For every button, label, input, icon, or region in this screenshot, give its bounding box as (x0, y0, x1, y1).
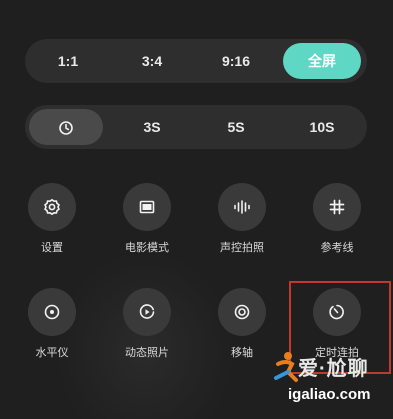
timer-off-icon (59, 121, 73, 136)
timer-3s-option[interactable]: 3S (117, 109, 187, 145)
live-photo-label: 动态照片 (125, 347, 169, 359)
timer-5s-option[interactable]: 5S (201, 109, 271, 145)
voice-shutter-label: 声控拍照 (220, 242, 264, 254)
ratio-fullscreen-option[interactable]: 全屏 (283, 43, 361, 79)
grid-lines-icon (329, 199, 345, 215)
watermark-text: 爱·尬聊 (298, 358, 369, 380)
grid-lines-label: 参考线 (320, 242, 354, 254)
ratio-9-16-option[interactable]: 9:16 (201, 43, 271, 79)
runner-logo-icon (274, 352, 298, 382)
level-label: 水平仪 (35, 347, 69, 359)
settings-icon (44, 199, 60, 215)
tilt-shift-icon (234, 304, 250, 320)
voice-shutter-icon (234, 200, 250, 214)
movie-mode-label: 电影模式 (125, 242, 169, 254)
movie-mode-icon (139, 200, 155, 214)
watermark-url: igaliao.com (288, 386, 371, 403)
watermark: 爱·尬聊 igaliao.com (268, 350, 393, 419)
voice-shutter-button[interactable]: 声控拍照 (202, 183, 282, 255)
settings-button[interactable]: 设置 (12, 183, 92, 255)
grid-lines-button[interactable]: 参考线 (297, 183, 377, 255)
timer-off-option[interactable] (29, 109, 103, 145)
level-button[interactable]: 水平仪 (12, 288, 92, 360)
live-photo-icon (139, 304, 155, 319)
timer-selector: 3S 5S 10S (25, 105, 367, 149)
timer-10s-option[interactable]: 10S (287, 109, 357, 145)
aspect-ratio-selector: 1:1 3:4 9:16 全屏 (25, 39, 367, 83)
settings-label: 设置 (41, 242, 63, 254)
level-icon (44, 304, 60, 320)
ratio-3-4-option[interactable]: 3:4 (117, 43, 187, 79)
live-photo-button[interactable]: 动态照片 (107, 288, 187, 360)
ratio-1-1-option[interactable]: 1:1 (33, 43, 103, 79)
movie-mode-button[interactable]: 电影模式 (107, 183, 187, 255)
